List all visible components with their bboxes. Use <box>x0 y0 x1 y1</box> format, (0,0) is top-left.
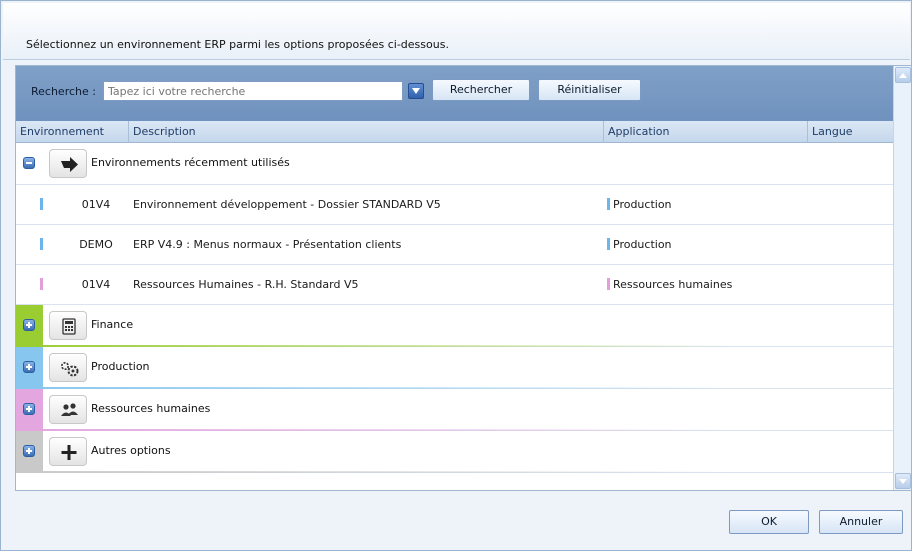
list-item[interactable]: 01V4 Ressources Humaines - R.H. Standard… <box>16 265 893 305</box>
list-item[interactable]: DEMO ERP V4.9 : Menus normaux - Présenta… <box>16 225 893 265</box>
erp-environment-dialog: Sélectionnez un environnement ERP parmi … <box>0 0 912 551</box>
expand-icon[interactable] <box>23 361 35 373</box>
column-header: Environnement Description Application La… <box>16 121 893 143</box>
vertical-scrollbar[interactable] <box>893 66 911 490</box>
env-color-marker <box>40 238 43 250</box>
env-description: Ressources Humaines - R.H. Standard V5 <box>133 278 359 291</box>
group-autres-options[interactable]: Autres options <box>16 431 893 473</box>
scroll-down-button[interactable] <box>895 473 911 489</box>
search-label: Recherche : <box>31 85 96 98</box>
scroll-up-button[interactable] <box>895 67 911 83</box>
search-bar: Recherche : Rechercher Réinitialiser <box>16 66 893 121</box>
search-button[interactable]: Rechercher <box>432 79 530 101</box>
chevron-down-icon <box>899 479 907 484</box>
env-description: Environnement développement - Dossier ST… <box>133 198 441 211</box>
group-label: Finance <box>91 318 134 331</box>
ok-button[interactable]: OK <box>729 510 809 534</box>
instruction-bar: Sélectionnez un environnement ERP parmi … <box>3 3 910 60</box>
expand-icon[interactable] <box>23 319 35 331</box>
group-production[interactable]: Production <box>16 347 893 389</box>
environment-panel: Recherche : Rechercher Réinitialiser Env… <box>15 65 912 491</box>
arrow-right-icon <box>49 149 87 178</box>
cancel-button[interactable]: Annuler <box>819 510 903 534</box>
chevron-up-icon <box>899 73 907 78</box>
reset-button[interactable]: Réinitialiser <box>538 79 641 101</box>
app-color-marker <box>607 278 610 290</box>
expand-icon[interactable] <box>23 403 35 415</box>
group-label: Autres options <box>91 444 171 457</box>
column-language[interactable]: Langue <box>808 121 893 143</box>
env-color-marker <box>40 198 43 210</box>
env-application: Production <box>613 238 672 251</box>
app-color-marker <box>607 198 610 210</box>
search-history-dropdown[interactable] <box>408 83 424 99</box>
group-recent[interactable]: Environnements récemment utilisés <box>16 143 893 185</box>
expand-icon[interactable] <box>23 445 35 457</box>
instruction-text: Sélectionnez un environnement ERP parmi … <box>26 38 449 51</box>
column-environment[interactable]: Environnement <box>16 121 129 143</box>
plus-icon <box>49 437 87 466</box>
env-code: 01V4 <box>81 278 111 291</box>
chevron-down-icon <box>412 88 420 94</box>
app-color-marker <box>607 238 610 250</box>
group-label: Ressources humaines <box>91 402 211 415</box>
collapse-icon[interactable] <box>23 157 35 169</box>
group-ressources-humaines[interactable]: Ressources humaines <box>16 389 893 431</box>
env-color-marker <box>40 278 43 290</box>
calculator-icon <box>49 311 87 340</box>
env-application: Production <box>613 198 672 211</box>
env-description: ERP V4.9 : Menus normaux - Présentation … <box>133 238 402 251</box>
group-label: Production <box>91 360 150 373</box>
list-item[interactable]: 01V4 Environnement développement - Dossi… <box>16 185 893 225</box>
search-input[interactable] <box>103 81 403 101</box>
column-description[interactable]: Description <box>129 121 604 143</box>
group-finance[interactable]: Finance <box>16 305 893 347</box>
env-code: 01V4 <box>81 198 111 211</box>
group-label: Environnements récemment utilisés <box>91 156 290 169</box>
env-application: Ressources humaines <box>613 278 733 291</box>
env-code: DEMO <box>79 238 113 251</box>
gears-icon <box>49 353 87 382</box>
column-application[interactable]: Application <box>604 121 808 143</box>
dialog-footer: OK Annuler <box>3 497 910 549</box>
environment-list: Environnements récemment utilisés 01V4 E… <box>16 143 893 473</box>
users-icon <box>49 395 87 424</box>
